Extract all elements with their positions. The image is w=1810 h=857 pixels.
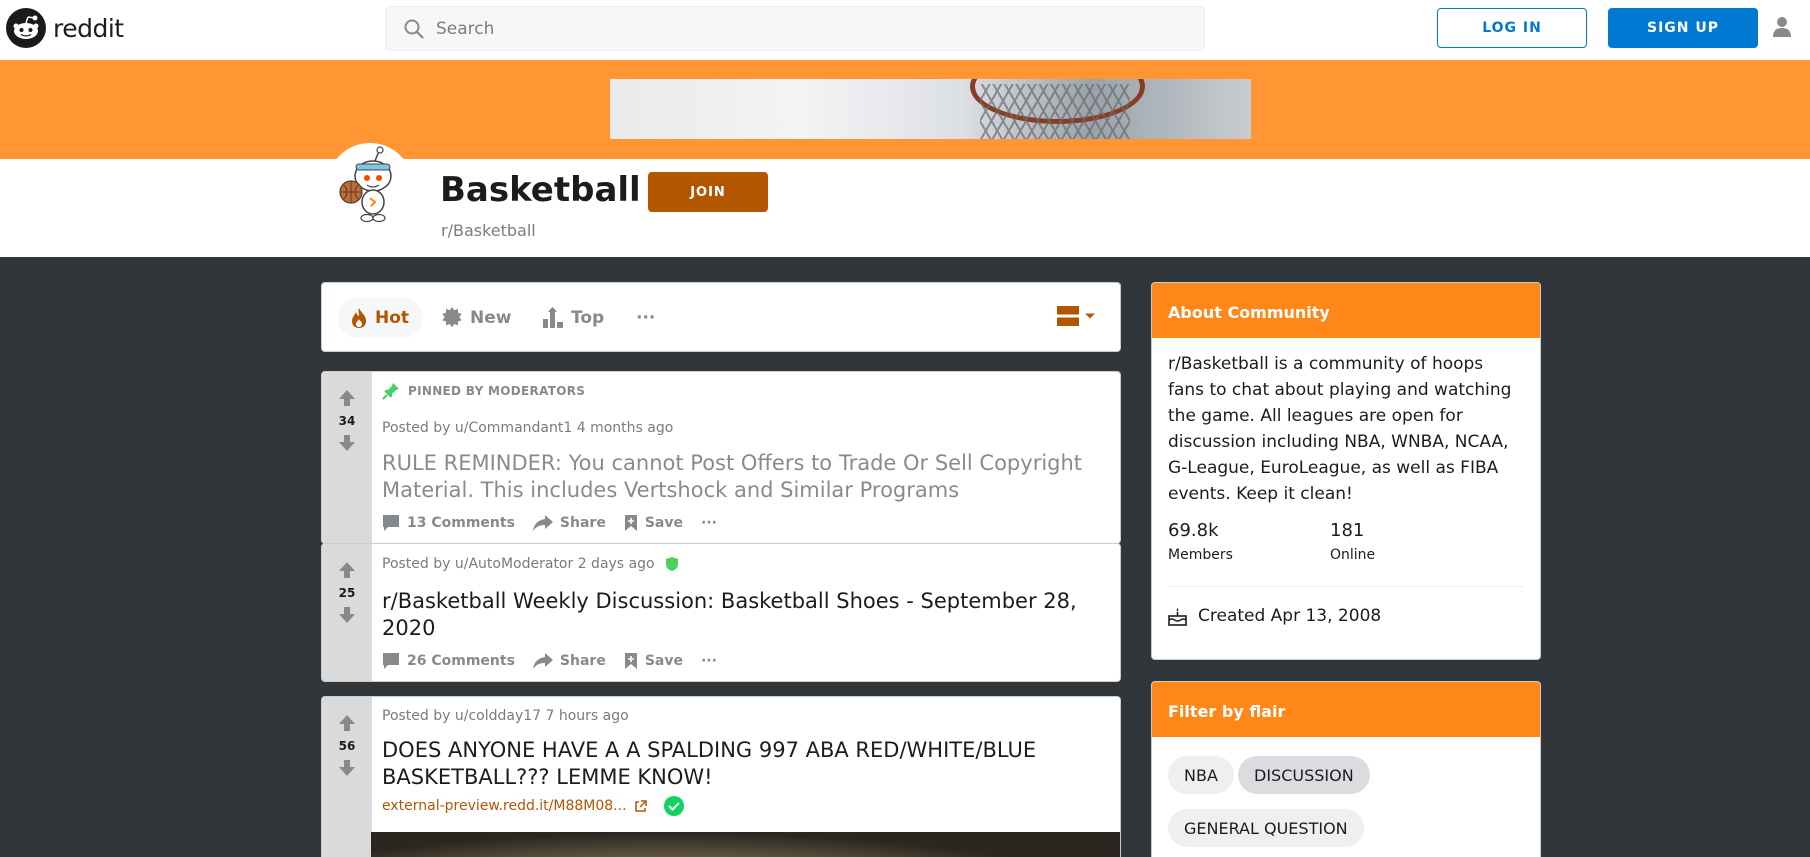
post-title[interactable]: RULE REMINDER: You cannot Post Offers to… bbox=[382, 450, 1102, 504]
layout-switcher[interactable] bbox=[1057, 306, 1096, 326]
flair-chip-nba[interactable]: NBA bbox=[1168, 756, 1234, 794]
vote-column: 34 bbox=[322, 372, 372, 543]
comment-icon bbox=[383, 653, 399, 669]
sort-hot-label: Hot bbox=[375, 308, 410, 328]
snoo-basketball-icon bbox=[339, 146, 392, 223]
sort-top-button[interactable]: Top bbox=[542, 298, 604, 338]
post-preview-image[interactable] bbox=[371, 832, 1120, 857]
online-label: Online bbox=[1330, 547, 1376, 563]
post-actions: 26 Comments Share Save ··· bbox=[382, 652, 735, 670]
members-label: Members bbox=[1168, 547, 1233, 563]
filter-by-flair-card: Filter by flair NBA DISCUSSION GENERAL Q… bbox=[1151, 681, 1541, 857]
post-actions: 13 Comments Share Save ··· bbox=[382, 514, 735, 532]
flair-chip-general-question[interactable]: GENERAL QUESTION bbox=[1168, 809, 1364, 847]
upvote-icon[interactable] bbox=[337, 560, 357, 580]
share-button[interactable]: Share bbox=[532, 515, 606, 531]
community-name: r/Basketball bbox=[441, 221, 536, 240]
vote-score: 34 bbox=[338, 414, 356, 428]
community-description: r/Basketball is a community of hoops fan… bbox=[1168, 354, 1512, 504]
join-button[interactable]: JOIN bbox=[648, 172, 768, 212]
external-link[interactable]: external-preview.redd.it/M88M08... bbox=[382, 795, 685, 817]
created-date: Created Apr 13, 2008 bbox=[1168, 606, 1381, 626]
save-button[interactable]: Save bbox=[624, 514, 683, 532]
share-arrow-icon bbox=[532, 653, 553, 669]
vote-score: 56 bbox=[338, 739, 356, 753]
verified-check-icon bbox=[663, 796, 684, 816]
sort-top-label: Top bbox=[571, 308, 605, 328]
community-title: Basketball bbox=[440, 170, 641, 210]
post-title[interactable]: r/Basketball Weekly Discussion: Basketba… bbox=[382, 588, 1102, 642]
chevron-down-icon bbox=[1085, 313, 1095, 319]
community-banner bbox=[0, 60, 1810, 159]
comments-button[interactable]: 13 Comments bbox=[382, 514, 515, 532]
cake-icon bbox=[1168, 607, 1187, 626]
upvote-icon[interactable] bbox=[337, 388, 357, 408]
new-burst-icon bbox=[442, 307, 462, 328]
reddit-wordmark: reddit bbox=[53, 13, 124, 43]
post-meta: Posted by u/coldday17 7 hours ago bbox=[382, 708, 629, 724]
top-navigation-bar: reddit Search LOG IN SIGN UP bbox=[0, 0, 1810, 60]
share-arrow-icon bbox=[532, 515, 553, 531]
card-layout-icon bbox=[1057, 306, 1079, 326]
banner-image bbox=[610, 79, 1251, 139]
about-community-heading: About Community bbox=[1152, 283, 1540, 338]
sort-bar: Hot New Top ··· bbox=[321, 282, 1121, 352]
flame-icon bbox=[352, 308, 366, 328]
user-menu-icon[interactable] bbox=[1772, 16, 1792, 42]
more-options-button[interactable]: ··· bbox=[701, 653, 717, 669]
downvote-icon[interactable] bbox=[337, 433, 357, 453]
sort-hot-button[interactable]: Hot bbox=[338, 298, 424, 338]
save-button[interactable]: Save bbox=[624, 652, 683, 670]
sort-new-button[interactable]: New bbox=[441, 298, 511, 338]
search-placeholder: Search bbox=[436, 18, 495, 39]
top-bars-icon bbox=[543, 307, 563, 328]
post-meta: Posted by u/AutoModerator 2 days ago bbox=[382, 556, 679, 572]
divider bbox=[1168, 586, 1524, 587]
moderator-shield-icon bbox=[665, 557, 678, 571]
share-button[interactable]: Share bbox=[532, 653, 606, 669]
vote-score: 25 bbox=[338, 586, 356, 600]
post-title[interactable]: DOES ANYONE HAVE A A SPALDING 997 ABA RE… bbox=[382, 737, 1102, 791]
community-avatar bbox=[327, 143, 413, 229]
post-card[interactable]: 56 Posted by u/coldday17 7 hours ago DOE… bbox=[321, 696, 1121, 857]
members-count: 69.8k bbox=[1168, 520, 1219, 541]
more-options-button[interactable]: ··· bbox=[701, 515, 717, 531]
bookmark-icon bbox=[624, 515, 637, 531]
search-icon bbox=[404, 19, 424, 39]
comments-button[interactable]: 26 Comments bbox=[382, 652, 515, 670]
post-meta: Posted by u/Commandant1 4 months ago bbox=[382, 420, 674, 436]
pin-icon bbox=[382, 383, 399, 400]
reddit-snoo-icon bbox=[6, 8, 46, 48]
community-header bbox=[0, 159, 1810, 257]
sort-new-label: New bbox=[470, 308, 512, 328]
search-input[interactable]: Search bbox=[385, 6, 1205, 51]
sort-more-button[interactable]: ··· bbox=[636, 298, 655, 338]
signup-button[interactable]: SIGN UP bbox=[1608, 8, 1758, 48]
reddit-logo[interactable]: reddit bbox=[6, 8, 124, 48]
post-card[interactable]: 34 PINNED BY MODERATORS Posted by u/Comm… bbox=[321, 371, 1121, 544]
comment-icon bbox=[383, 515, 399, 531]
downvote-icon[interactable] bbox=[337, 758, 357, 778]
post-card[interactable]: 25 Posted by u/AutoModerator 2 days ago … bbox=[321, 543, 1121, 682]
login-button[interactable]: LOG IN bbox=[1437, 8, 1587, 48]
downvote-icon[interactable] bbox=[337, 605, 357, 625]
about-community-card: About Community r/Basketball is a commun… bbox=[1151, 282, 1541, 660]
vote-column: 56 bbox=[322, 697, 372, 857]
external-link-icon bbox=[634, 799, 647, 812]
pinned-label: PINNED BY MODERATORS bbox=[382, 382, 585, 400]
filter-by-flair-heading: Filter by flair bbox=[1152, 682, 1540, 737]
flair-chip-discussion[interactable]: DISCUSSION bbox=[1238, 756, 1370, 794]
hoop-net bbox=[980, 84, 1130, 139]
bookmark-icon bbox=[624, 653, 637, 669]
vote-column: 25 bbox=[322, 544, 372, 681]
upvote-icon[interactable] bbox=[337, 713, 357, 733]
online-count: 181 bbox=[1330, 520, 1365, 541]
